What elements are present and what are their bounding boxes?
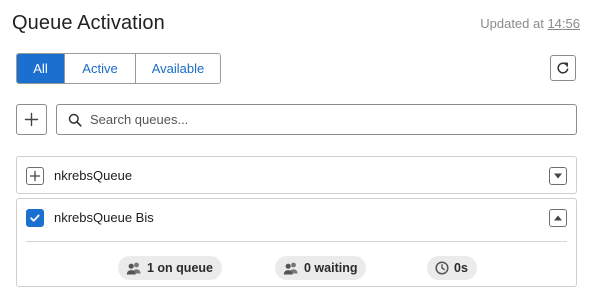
plus-icon [24, 112, 39, 127]
filter-active[interactable]: Active [64, 54, 135, 83]
clock-icon [435, 261, 449, 275]
queue-expand-checkbox[interactable] [26, 167, 44, 185]
stat-waiting: 0 waiting [275, 256, 367, 280]
queue-header[interactable]: nkrebsQueue Bis [17, 199, 576, 237]
queue-select-checkbox[interactable] [26, 209, 44, 227]
stat-label: 0 waiting [304, 261, 358, 275]
queue-card: nkrebsQueue Bis 1 on queue 0 waiting 0s [16, 198, 577, 287]
page-title: Queue Activation [12, 12, 165, 34]
stat-label: 0s [454, 261, 468, 275]
filter-all[interactable]: All [17, 54, 64, 83]
queue-header[interactable]: nkrebsQueue [17, 157, 576, 195]
expand-toggle[interactable] [549, 167, 567, 185]
queue-card: nkrebsQueue [16, 156, 577, 194]
search-input[interactable] [90, 112, 550, 127]
updated-time[interactable]: 14:56 [547, 16, 580, 31]
collapse-toggle[interactable] [549, 209, 567, 227]
queue-name: nkrebsQueue Bis [54, 210, 154, 225]
search-icon [68, 113, 82, 127]
divider [26, 241, 567, 242]
check-icon [30, 214, 40, 222]
stat-on-queue: 1 on queue [118, 256, 222, 280]
caret-down-icon [554, 173, 562, 179]
plus-icon [29, 170, 41, 182]
stat-label: 1 on queue [147, 261, 213, 275]
stat-wait-time: 0s [427, 256, 477, 280]
refresh-button[interactable] [550, 55, 576, 81]
updated-at: Updated at 14:56 [480, 16, 580, 31]
add-queue-button[interactable] [16, 104, 47, 135]
queue-name: nkrebsQueue [54, 168, 133, 183]
search-box [56, 104, 577, 135]
queue-filter-group: All Active Available [16, 53, 221, 84]
users-icon [126, 262, 141, 275]
refresh-icon [555, 60, 571, 76]
filter-available[interactable]: Available [135, 54, 220, 83]
users-icon [283, 262, 298, 275]
updated-label: Updated at [480, 16, 548, 31]
caret-up-icon [554, 215, 562, 221]
